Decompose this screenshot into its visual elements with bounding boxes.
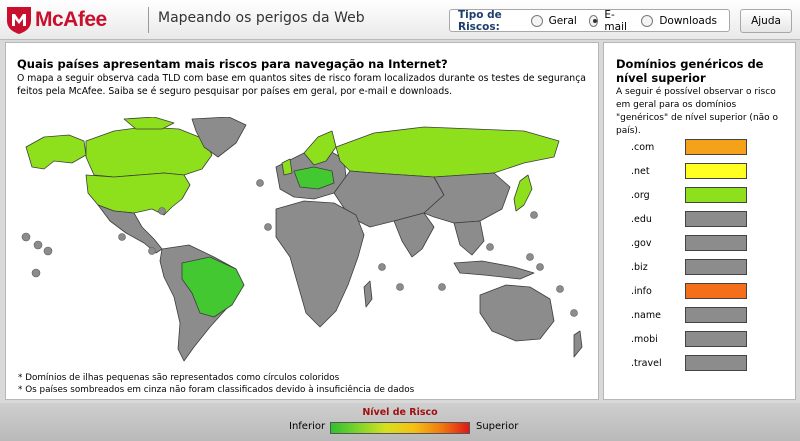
risk-option-downloads[interactable]: Downloads: [641, 14, 717, 27]
island-marker[interactable]: [264, 223, 272, 231]
tld-risk-swatch: [685, 259, 747, 275]
island-marker[interactable]: [396, 283, 404, 291]
tld-name: .gov: [631, 237, 652, 249]
island-marker[interactable]: [556, 285, 564, 293]
generic-tld-panel: Domínios genéricos de nível superior A s…: [603, 42, 796, 400]
page-title: Mapeando os perigos da Web: [158, 10, 365, 26]
tld-risk-swatch: [685, 235, 747, 251]
mcafee-logo: McAfee: [6, 5, 107, 35]
map-region-australia[interactable]: [479, 284, 555, 342]
island-marker[interactable]: [31, 268, 41, 278]
header-bar: McAfee Mapeando os perigos da Web Tipo d…: [0, 0, 800, 40]
risk-option-label: Downloads: [659, 14, 717, 27]
tld-row[interactable]: .name: [631, 305, 781, 325]
tld-name: .net: [631, 165, 650, 177]
tld-name: .edu: [631, 213, 652, 225]
island-marker[interactable]: [118, 233, 126, 241]
map-region-africa[interactable]: [275, 200, 365, 328]
tld-risk-swatch: [685, 355, 747, 371]
tld-row[interactable]: .net: [631, 161, 781, 181]
island-marker[interactable]: [486, 243, 494, 251]
legend-title: Nível de Risco: [362, 407, 438, 418]
legend-low-label: Inferior: [289, 421, 326, 432]
tld-risk-swatch: [685, 163, 747, 179]
island-marker[interactable]: [21, 232, 31, 242]
map-panel: Quais países apresentam mais riscos para…: [5, 42, 599, 400]
tld-row[interactable]: .biz: [631, 257, 781, 277]
legend-high-label: Superior: [476, 421, 519, 432]
island-marker[interactable]: [148, 247, 156, 255]
map-region-canada[interactable]: [85, 126, 213, 178]
map-region-arctic-islands[interactable]: [123, 117, 175, 130]
map-region-alaska[interactable]: [25, 134, 87, 170]
tld-risk-swatch: [685, 331, 747, 347]
risk-option-geral[interactable]: Geral: [530, 14, 577, 27]
risk-option-label: E-mail: [604, 8, 627, 33]
risk-type-label: Tipo de Riscos:: [458, 8, 502, 33]
help-button[interactable]: Ajuda: [740, 9, 792, 33]
map-notes: * Domínios de ilhas pequenas são represe…: [18, 372, 414, 396]
map-region-mexico[interactable]: [97, 204, 163, 254]
tld-name: .info: [631, 285, 652, 297]
tld-risk-swatch: [685, 283, 747, 299]
shield-icon: [7, 7, 31, 34]
island-marker[interactable]: [256, 179, 264, 187]
tld-panel-description: A seguir é possível observar o risco em …: [616, 87, 779, 136]
tld-name: .travel: [631, 357, 662, 369]
map-region-japan[interactable]: [513, 174, 533, 212]
world-risk-map: [21, 117, 583, 362]
tld-row[interactable]: .org: [631, 185, 781, 205]
tld-name: .org: [631, 189, 650, 201]
island-marker[interactable]: [33, 240, 43, 250]
map-region-indonesia[interactable]: [453, 260, 535, 280]
tld-row[interactable]: .mobi: [631, 329, 781, 349]
header-divider: [148, 7, 149, 33]
brand-name: McAfee: [35, 8, 107, 31]
island-marker[interactable]: [438, 283, 446, 291]
island-marker[interactable]: [570, 309, 578, 317]
tld-risk-swatch: [685, 187, 747, 203]
tld-name: .name: [631, 309, 661, 321]
island-marker[interactable]: [378, 263, 386, 271]
island-marker[interactable]: [536, 263, 544, 271]
map-region-india[interactable]: [393, 212, 435, 258]
note-small-islands: * Domínios de ilhas pequenas são represe…: [18, 373, 340, 383]
tld-risk-swatch: [685, 307, 747, 323]
tld-risk-swatch: [685, 211, 747, 227]
note-grey-countries: * Os países sombreados em cinza não fora…: [18, 385, 415, 395]
risk-legend: Nível de Risco Inferior Superior: [0, 403, 800, 441]
tld-row[interactable]: .travel: [631, 353, 781, 373]
radio-geral[interactable]: [530, 14, 543, 27]
island-marker[interactable]: [526, 253, 534, 261]
map-region-russia[interactable]: [335, 126, 560, 178]
map-region-madagascar[interactable]: [363, 280, 373, 308]
radio-downloads[interactable]: [641, 14, 654, 27]
risk-option-label: Geral: [548, 14, 577, 27]
tld-row[interactable]: .edu: [631, 209, 781, 229]
risk-type-selector: Tipo de Riscos: Geral E-mail Downloads: [449, 8, 730, 33]
tld-row[interactable]: .com: [631, 137, 781, 157]
risk-option-email[interactable]: E-mail: [588, 8, 629, 33]
tld-name: .biz: [631, 261, 648, 273]
map-region-southeast-asia[interactable]: [453, 220, 485, 256]
legend-gradient-bar: [330, 422, 470, 434]
island-marker[interactable]: [530, 211, 538, 219]
tld-row[interactable]: .gov: [631, 233, 781, 253]
radio-email[interactable]: [588, 14, 599, 27]
tld-name: .com: [631, 141, 655, 153]
island-marker[interactable]: [158, 207, 166, 215]
tld-risk-swatch: [685, 139, 747, 155]
map-region-uk[interactable]: [281, 158, 293, 176]
tld-panel-title: Domínios genéricos de nível superior: [616, 57, 764, 85]
map-region-new-zealand[interactable]: [573, 330, 583, 358]
tld-name: .mobi: [631, 333, 658, 345]
map-panel-description: O mapa a seguir observa cada TLD com bas…: [17, 73, 586, 97]
tld-row[interactable]: .info: [631, 281, 781, 301]
island-marker[interactable]: [43, 246, 53, 256]
map-panel-title: Quais países apresentam mais riscos para…: [17, 57, 448, 71]
